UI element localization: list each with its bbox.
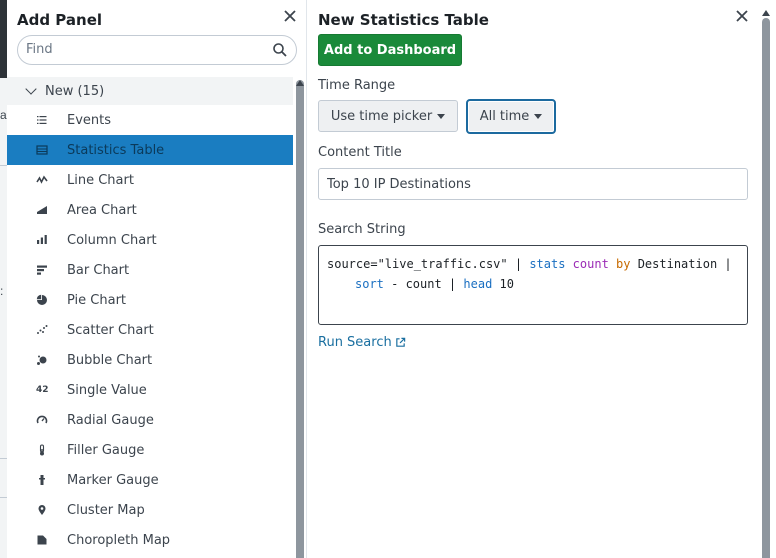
search-token: | — [507, 257, 530, 271]
find-search-box[interactable] — [17, 35, 297, 65]
close-icon — [736, 10, 748, 22]
table-icon — [36, 145, 48, 155]
choropleth-map-icon — [37, 535, 47, 545]
list-item-label: Scatter Chart — [67, 322, 154, 338]
list-item-bar-chart[interactable]: Bar Chart — [7, 255, 293, 285]
list-item-label: Radial Gauge — [67, 412, 154, 428]
search-token: count — [572, 257, 609, 271]
caret-down-icon — [437, 113, 446, 119]
add-panel-title: Add Panel — [17, 11, 103, 29]
events-icon — [37, 116, 47, 124]
group-label: New (15) — [45, 83, 105, 99]
list-item-filler-gauge[interactable]: Filler Gauge — [7, 435, 293, 465]
list-item-label: Cluster Map — [67, 502, 145, 518]
single-value-icon: 42 — [36, 385, 49, 395]
search-token: Destination | — [630, 257, 732, 271]
list-item-choropleth-map[interactable]: Choropleth Map — [7, 525, 293, 555]
list-item-cluster-map[interactable]: Cluster Map — [7, 495, 293, 525]
line-chart-icon — [36, 175, 48, 184]
list-item-events[interactable]: Events — [7, 105, 293, 135]
find-input[interactable] — [26, 42, 266, 57]
area-chart-icon — [37, 206, 47, 214]
list-item-marker-gauge[interactable]: Marker Gauge — [7, 465, 293, 495]
content-title-label: Content Title — [318, 145, 402, 160]
panel-type-list: New (15) Events Statistics Table Line Ch… — [7, 77, 293, 555]
bubble-chart-icon — [37, 355, 47, 365]
list-item-line-chart[interactable]: Line Chart — [7, 165, 293, 195]
list-item-pie-chart[interactable]: Pie Chart — [7, 285, 293, 315]
scatter-chart-icon — [37, 325, 48, 334]
list-item-area-chart[interactable]: Area Chart — [7, 195, 293, 225]
background-glyph: a — [0, 108, 7, 122]
search-token — [565, 257, 572, 271]
scroll-up-arrow-icon[interactable] — [762, 10, 770, 16]
close-icon — [284, 10, 296, 22]
content-title-input[interactable] — [318, 168, 748, 200]
filler-gauge-icon — [39, 444, 45, 456]
list-item-label: Column Chart — [67, 232, 157, 248]
search-string-line: source="live_traffic.csv" | stats count … — [327, 254, 739, 274]
list-item-label: Statistics Table — [67, 142, 165, 158]
external-link-icon — [395, 337, 405, 347]
list-item-scatter-chart[interactable]: Scatter Chart — [7, 315, 293, 345]
right-panel-scrollbar[interactable] — [762, 18, 770, 558]
chevron-down-icon — [25, 83, 37, 95]
search-string-label: Search String — [318, 222, 406, 237]
scroll-up-arrow-icon[interactable] — [296, 80, 304, 86]
list-item-label: Pie Chart — [67, 292, 127, 308]
list-item-radial-gauge[interactable]: Radial Gauge — [7, 405, 293, 435]
time-range-label: Time Range — [318, 78, 396, 93]
list-item-label: Area Chart — [67, 202, 137, 218]
search-token: head — [463, 277, 493, 291]
list-item-label: Bubble Chart — [67, 352, 153, 368]
list-item-statistics-table[interactable]: Statistics Table — [7, 135, 293, 165]
search-string-editor[interactable]: source="live_traffic.csv" | stats count … — [318, 245, 748, 325]
close-editor-button[interactable] — [735, 8, 749, 26]
column-chart-icon — [37, 235, 47, 244]
group-header-new[interactable]: New (15) — [7, 77, 293, 105]
pie-chart-icon — [36, 294, 47, 305]
cluster-map-icon — [38, 505, 46, 515]
search-token: sort — [355, 277, 384, 291]
add-panel-sidebar: Add Panel New (15) Events Statistics Tab… — [7, 0, 307, 558]
list-item-label: Filler Gauge — [67, 442, 145, 458]
close-add-panel-button[interactable] — [283, 8, 297, 26]
search-token: by — [616, 257, 631, 271]
left-panel-scrollbar[interactable] — [296, 80, 304, 558]
list-item-column-chart[interactable]: Column Chart — [7, 225, 293, 255]
list-item-label: Choropleth Map — [67, 532, 171, 548]
list-item-label: Bar Chart — [67, 262, 130, 278]
add-to-dashboard-button[interactable]: Add to Dashboard — [318, 34, 462, 66]
bar-chart-icon — [37, 265, 47, 275]
time-picker-label: Use time picker — [330, 108, 433, 124]
search-icon[interactable] — [272, 42, 288, 58]
background-glyph: : — [0, 284, 4, 298]
run-search-link[interactable]: Run Search — [318, 335, 406, 350]
radial-gauge-icon — [36, 415, 48, 424]
list-item-bubble-chart[interactable]: Bubble Chart — [7, 345, 293, 375]
search-token: - count | — [383, 277, 464, 291]
list-item-label: Line Chart — [67, 172, 134, 188]
marker-gauge-icon — [39, 475, 45, 485]
all-time-label: All time — [479, 109, 530, 124]
list-item-label: Single Value — [67, 382, 147, 398]
panel-editor-title: New Statistics Table — [318, 11, 489, 29]
search-token: stats — [529, 257, 566, 271]
run-search-label: Run Search — [318, 335, 392, 350]
search-token — [609, 257, 616, 271]
list-item-label: Marker Gauge — [67, 472, 159, 488]
caret-down-icon — [534, 114, 543, 119]
search-string-line: sort - count | head 10 — [327, 274, 739, 294]
new-statistics-table-panel: New Statistics Table Add to Dashboard Ti… — [308, 0, 776, 558]
all-time-button[interactable]: All time — [466, 99, 556, 134]
search-token: source="live_traffic.csv" — [327, 257, 508, 271]
search-token: 10 — [492, 277, 514, 291]
use-time-picker-button[interactable]: Use time picker — [318, 100, 458, 132]
list-item-label: Events — [67, 112, 112, 128]
list-item-single-value[interactable]: 42 Single Value — [7, 375, 293, 405]
